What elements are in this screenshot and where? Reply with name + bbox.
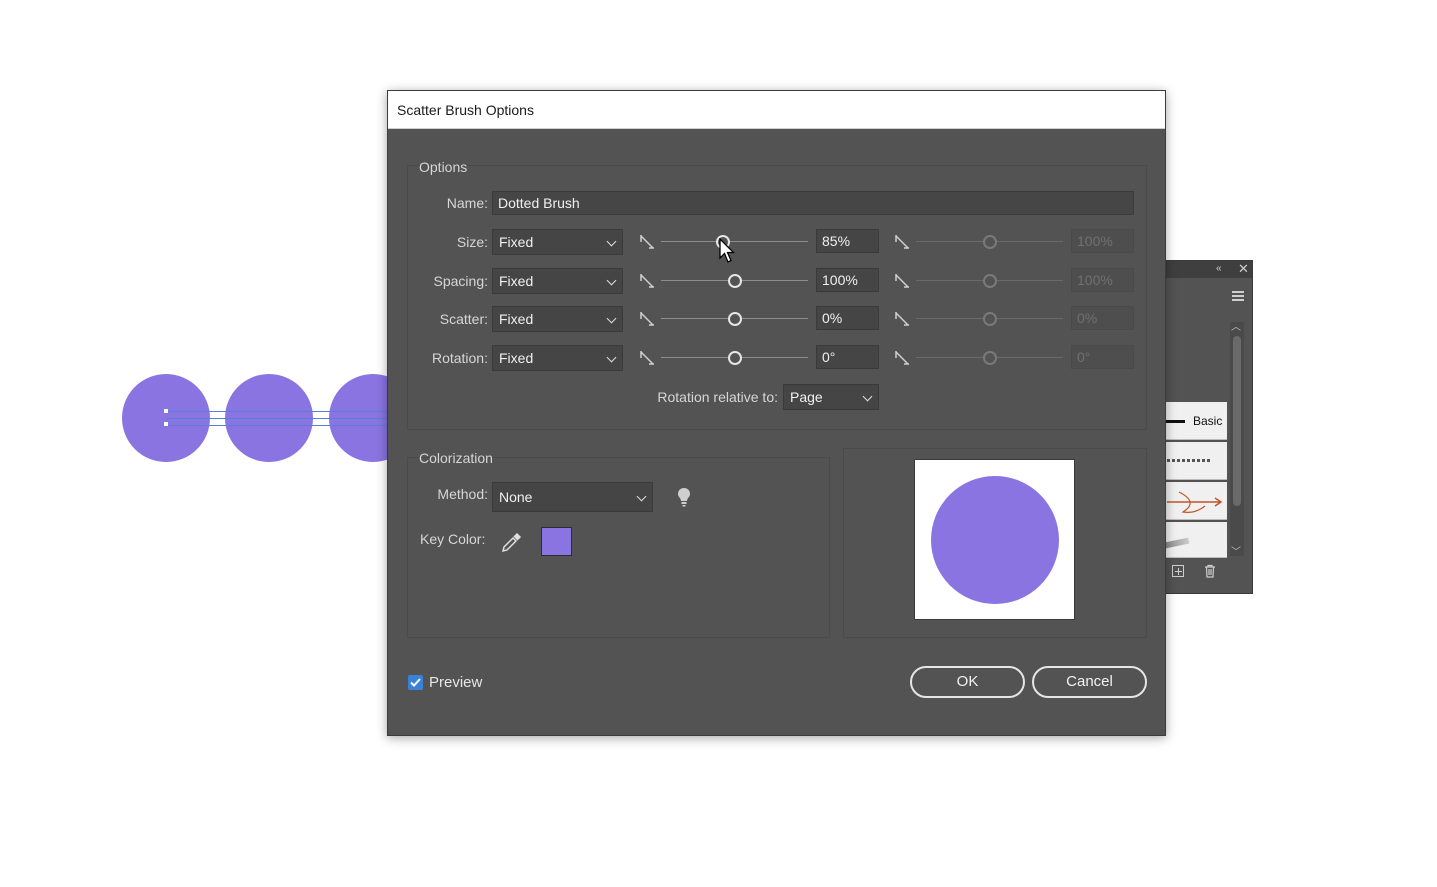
rotation-max-value-input: 0° — [1071, 345, 1134, 369]
size-max-slider-knob — [983, 235, 997, 249]
path-guide-line — [166, 411, 388, 412]
rotation-relative-select[interactable]: Page — [783, 384, 879, 410]
delete-brush-icon[interactable] — [1203, 564, 1217, 578]
pressure-max-icon — [895, 312, 909, 326]
preview-checkbox[interactable] — [408, 675, 423, 690]
spacing-value-input[interactable]: 100% — [816, 268, 879, 292]
panel-scroll-thumb[interactable] — [1233, 336, 1241, 506]
pressure-max-icon — [895, 235, 909, 249]
path-guide-line — [166, 425, 388, 426]
preview-label[interactable]: Preview — [429, 674, 482, 691]
scatter-brush-options-dialog: Scatter Brush Options Options Name: Dott… — [387, 90, 1166, 736]
size-label: Size: — [456, 234, 488, 250]
scatter-max-value-input: 0% — [1071, 306, 1134, 330]
brush-row-charcoal[interactable] — [1165, 442, 1227, 480]
pressure-min-icon — [640, 351, 654, 365]
anchor-point[interactable] — [164, 422, 168, 426]
scatter-label: Scatter: — [439, 311, 488, 327]
brush-row-basic[interactable]: Basic — [1165, 402, 1227, 440]
rotation-label: Rotation: — [431, 350, 488, 366]
cancel-button[interactable]: Cancel — [1032, 666, 1147, 698]
eyedropper-icon[interactable] — [500, 532, 522, 554]
mouse-cursor-icon — [719, 238, 735, 263]
spacing-label: Spacing: — [433, 273, 488, 289]
scroll-down-icon[interactable]: ﹀ — [1231, 543, 1241, 558]
scroll-up-icon[interactable]: ︿ — [1231, 318, 1241, 333]
tips-lightbulb-icon[interactable] — [677, 487, 691, 507]
path-guide-line — [166, 418, 388, 419]
options-group-label: Options — [419, 159, 468, 175]
rotation-relative-label: Rotation relative to: — [657, 389, 778, 405]
key-color-label: Key Color: — [420, 531, 486, 547]
scatter-mode-select[interactable]: Fixed — [492, 306, 623, 332]
method-select[interactable]: None — [492, 482, 653, 512]
size-mode-select[interactable]: Fixed — [492, 229, 623, 255]
rotation-slider-knob[interactable] — [727, 351, 742, 365]
rotation-value-input[interactable]: 0° — [816, 345, 879, 369]
brush-preview — [914, 459, 1075, 620]
brush-row-pencil[interactable] — [1164, 522, 1227, 558]
rotation-mode-select[interactable]: Fixed — [492, 345, 623, 371]
scatter-value-input[interactable]: 0% — [816, 306, 879, 330]
panel-menu-icon[interactable] — [1232, 291, 1244, 301]
new-brush-icon[interactable] — [1172, 565, 1184, 577]
pressure-min-icon — [640, 312, 654, 326]
scatter-max-slider-knob — [983, 312, 997, 326]
ok-button[interactable]: OK — [910, 666, 1025, 698]
name-label: Name: — [446, 195, 488, 211]
spacing-mode-select[interactable]: Fixed — [492, 268, 623, 294]
size-value-input[interactable]: 85% — [816, 229, 879, 253]
pressure-min-icon — [640, 274, 654, 288]
brush-basic-label: Basic — [1193, 414, 1223, 428]
dialog-title: Scatter Brush Options — [397, 102, 534, 118]
brush-row-arrow[interactable] — [1165, 482, 1227, 520]
method-label: Method: — [437, 486, 488, 502]
spacing-slider-knob[interactable] — [727, 274, 742, 288]
rotation-max-slider-knob — [983, 351, 997, 365]
pressure-max-icon — [895, 274, 909, 288]
colorization-group-label: Colorization — [419, 450, 493, 466]
scatter-slider-knob[interactable] — [727, 312, 742, 326]
name-input[interactable]: Dotted Brush — [492, 191, 1134, 215]
close-icon[interactable]: ✕ — [1238, 261, 1249, 277]
dialog-titlebar[interactable]: Scatter Brush Options — [388, 91, 1165, 129]
pressure-max-icon — [895, 351, 909, 365]
pressure-min-icon — [640, 235, 654, 249]
key-color-swatch[interactable] — [541, 527, 572, 556]
collapse-icon[interactable]: « — [1216, 263, 1222, 274]
spacing-max-slider-knob — [983, 274, 997, 288]
spacing-max-value-input: 100% — [1071, 268, 1134, 292]
size-max-value-input: 100% — [1071, 229, 1134, 253]
anchor-point[interactable] — [164, 409, 168, 413]
brush-preview-circle — [931, 476, 1059, 604]
